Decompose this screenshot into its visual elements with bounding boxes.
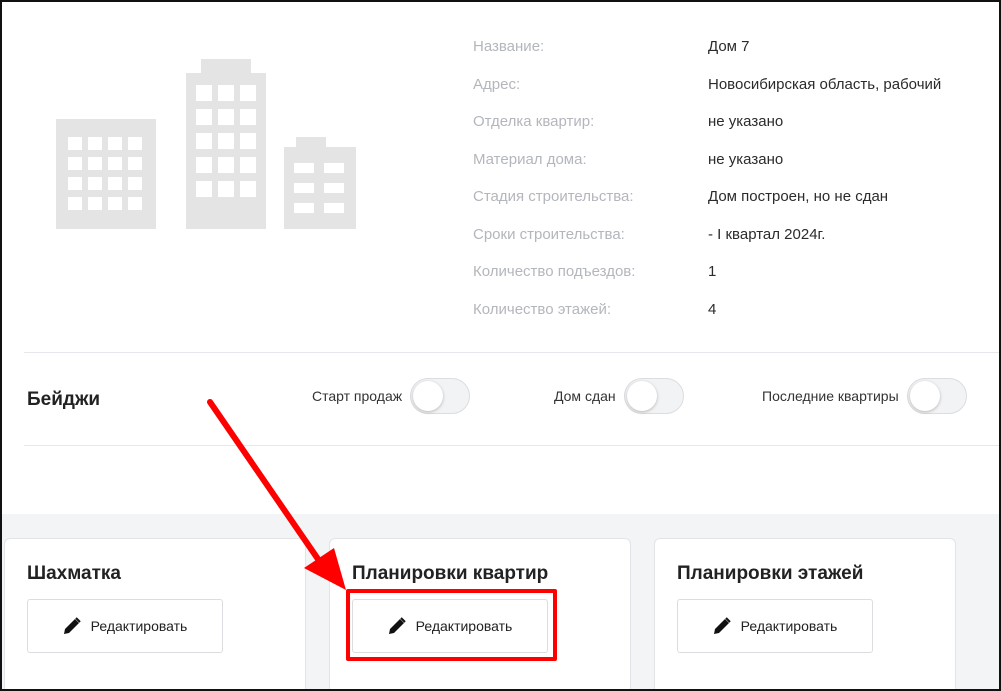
badge-house-delivered: Дом сдан <box>554 378 684 414</box>
detail-label: Стадия строительства: <box>473 188 634 206</box>
detail-value: 1 <box>708 263 717 281</box>
badge-toggle-last-apartments[interactable] <box>906 378 967 414</box>
house-info-section: Название: Дом 7 Адрес: Новосибирская обл… <box>2 2 999 352</box>
house-details-panel: Название: Дом 7 Адрес: Новосибирская обл… <box>0 0 1001 691</box>
detail-row-name: Название: Дом 7 <box>473 28 999 66</box>
detail-label: Материал дома: <box>473 150 587 168</box>
detail-label: Отделка квартир: <box>473 113 595 131</box>
detail-value: не указано <box>708 150 784 168</box>
detail-value: не указано <box>708 113 784 131</box>
detail-value: 4 <box>708 300 717 318</box>
card-title: Шахматка <box>27 563 121 584</box>
detail-value: - I квартал 2024г. <box>708 225 826 243</box>
house-details-list: Название: Дом 7 Адрес: Новосибирская обл… <box>473 28 999 329</box>
button-label: Редактировать <box>740 618 838 634</box>
detail-row-deadline: Сроки строительства: - I квартал 2024г. <box>473 216 999 254</box>
detail-value: Дом 7 <box>708 38 750 56</box>
badge-label: Старт продаж <box>312 388 403 404</box>
button-label: Редактировать <box>90 618 188 634</box>
card-title: Планировки квартир <box>352 563 549 584</box>
badges-section: Бейджи Старт продаж Дом сдан Последние к… <box>2 353 999 445</box>
badge-last-apartments: Последние квартиры <box>762 378 967 414</box>
building-placeholder-icon <box>56 59 356 229</box>
pencil-icon <box>63 617 81 634</box>
card-title: Планировки этажей <box>677 563 864 584</box>
detail-value: Новосибирская область, рабочий <box>708 75 942 93</box>
card-chessboard: Шахматка Редактировать <box>4 538 306 689</box>
detail-label: Название: <box>473 38 545 56</box>
detail-label: Количество этажей: <box>473 300 612 318</box>
badge-toggle-sales-start[interactable] <box>410 378 471 414</box>
detail-row-material: Материал дома: не указано <box>473 141 999 179</box>
detail-row-address: Адрес: Новосибирская область, рабочий <box>473 66 999 104</box>
detail-row-entrances: Количество подъездов: 1 <box>473 253 999 291</box>
detail-label: Адрес: <box>473 75 521 93</box>
badge-label: Последние квартиры <box>762 388 899 404</box>
detail-row-finish: Отделка квартир: не указано <box>473 103 999 141</box>
detail-value: Дом построен, но не сдан <box>708 188 889 206</box>
highlight-box <box>346 589 557 661</box>
detail-label: Сроки строительства: <box>473 225 625 243</box>
badge-toggle-house-delivered[interactable] <box>623 378 684 414</box>
edit-floor-layouts-button[interactable]: Редактировать <box>677 599 873 653</box>
section-divider <box>24 445 999 446</box>
badge-sales-start: Старт продаж <box>312 378 471 414</box>
badges-title: Бейджи <box>27 389 101 410</box>
detail-label: Количество подъездов: <box>473 263 636 281</box>
detail-row-stage: Стадия строительства: Дом построен, но н… <box>473 178 999 216</box>
pencil-icon <box>713 617 731 634</box>
edit-chessboard-button[interactable]: Редактировать <box>27 599 223 653</box>
badge-label: Дом сдан <box>554 388 616 404</box>
card-floor-layouts: Планировки этажей Редактировать <box>654 538 956 689</box>
detail-row-floors: Количество этажей: 4 <box>473 291 999 329</box>
